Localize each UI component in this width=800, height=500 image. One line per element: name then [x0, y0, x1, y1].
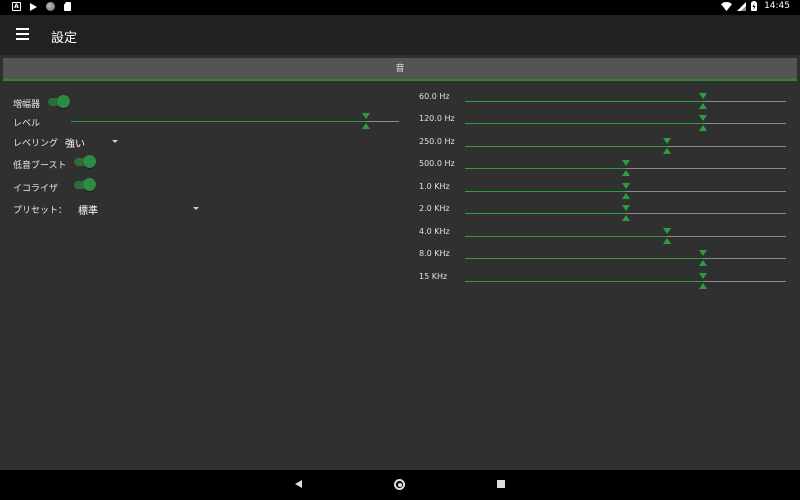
wifi-icon: [721, 1, 733, 11]
eq-band-label: 60.0 Hz: [419, 92, 450, 101]
status-time: 14:45: [764, 1, 790, 11]
preset-dropdown[interactable]: 標準: [78, 202, 203, 217]
toggle-thumb: [83, 178, 96, 191]
slider-thumb[interactable]: [663, 228, 672, 244]
equalizer-label: イコライザ: [13, 184, 59, 194]
leveling-selected: 強い: [65, 139, 85, 150]
leveling-label: レベリング: [13, 139, 59, 149]
level-slider[interactable]: [71, 113, 399, 129]
status-bar-left: A: [12, 2, 71, 11]
chevron-down-icon: [193, 207, 199, 210]
recent-apps-icon[interactable]: [497, 480, 505, 488]
slider-fill: [465, 168, 626, 169]
bass-boost-toggle[interactable]: [73, 155, 97, 169]
slider-thumb[interactable]: [621, 160, 630, 176]
slider-fill: [465, 281, 703, 282]
eq-band-label: 4.0 KHz: [419, 227, 450, 236]
menu-icon[interactable]: [16, 28, 30, 40]
leveling-dropdown[interactable]: 強い: [65, 135, 121, 150]
eq-band-label: 250.0 Hz: [419, 137, 455, 146]
eq-band-slider[interactable]: [465, 205, 786, 221]
slider-fill: [71, 121, 367, 122]
back-icon[interactable]: [295, 480, 302, 488]
slider-thumb[interactable]: [663, 138, 672, 154]
toggle-thumb: [57, 95, 70, 108]
eq-band-slider[interactable]: [465, 273, 786, 289]
play-icon: [30, 2, 37, 11]
slider-thumb[interactable]: [698, 250, 707, 266]
equalizer-toggle[interactable]: [73, 178, 97, 192]
slider-fill: [465, 101, 703, 102]
slider-thumb[interactable]: [698, 115, 707, 131]
eq-band-slider[interactable]: [465, 160, 786, 176]
slider-thumb[interactable]: [362, 113, 371, 129]
app-bar: 設定: [0, 15, 800, 55]
slider-fill: [465, 146, 668, 147]
eq-band-label: 120.0 Hz: [419, 114, 455, 123]
eq-band-label: 1.0 KHz: [419, 182, 450, 191]
slider-fill: [465, 123, 703, 124]
section-label: 音: [395, 64, 405, 74]
eq-band-slider[interactable]: [465, 115, 786, 131]
status-bar-right: 14:45: [721, 1, 790, 11]
eq-band-slider[interactable]: [465, 183, 786, 199]
bass-boost-label: 低音ブースト: [13, 161, 67, 171]
amplifier-toggle[interactable]: [47, 95, 71, 109]
eq-band-label: 2.0 KHz: [419, 204, 450, 213]
eq-band-label: 500.0 Hz: [419, 159, 455, 168]
slider-fill: [465, 258, 703, 259]
status-bar: A 14:45: [0, 0, 800, 15]
slider-thumb[interactable]: [621, 183, 630, 199]
eq-band-slider[interactable]: [465, 138, 786, 154]
eq-band-label: 15 KHz: [419, 272, 448, 281]
preset-selected: 標準: [78, 206, 98, 217]
page-title: 設定: [51, 31, 78, 46]
slider-thumb[interactable]: [698, 93, 707, 109]
eq-band-slider[interactable]: [465, 228, 786, 244]
eq-band-slider[interactable]: [465, 93, 786, 109]
section-header-sound: 音: [3, 58, 797, 81]
slider-thumb[interactable]: [621, 205, 630, 221]
level-label: レベル: [13, 119, 41, 129]
home-icon[interactable]: [394, 479, 405, 490]
navigation-bar: [0, 470, 800, 500]
toggle-thumb: [83, 155, 96, 168]
circle-icon: [46, 2, 55, 11]
eq-band-slider[interactable]: [465, 250, 786, 266]
signal-icon: [737, 1, 747, 11]
preset-label: プリセット：: [13, 206, 68, 216]
amplifier-label: 増幅器: [13, 100, 41, 110]
slider-fill: [465, 213, 626, 214]
battery-icon: [751, 1, 758, 11]
eq-band-label: 8.0 KHz: [419, 249, 450, 258]
chevron-down-icon: [112, 140, 118, 143]
a-icon: A: [12, 2, 21, 11]
slider-thumb[interactable]: [698, 273, 707, 289]
slider-fill: [465, 191, 626, 192]
sd-card-icon: [64, 2, 71, 11]
slider-fill: [465, 236, 668, 237]
